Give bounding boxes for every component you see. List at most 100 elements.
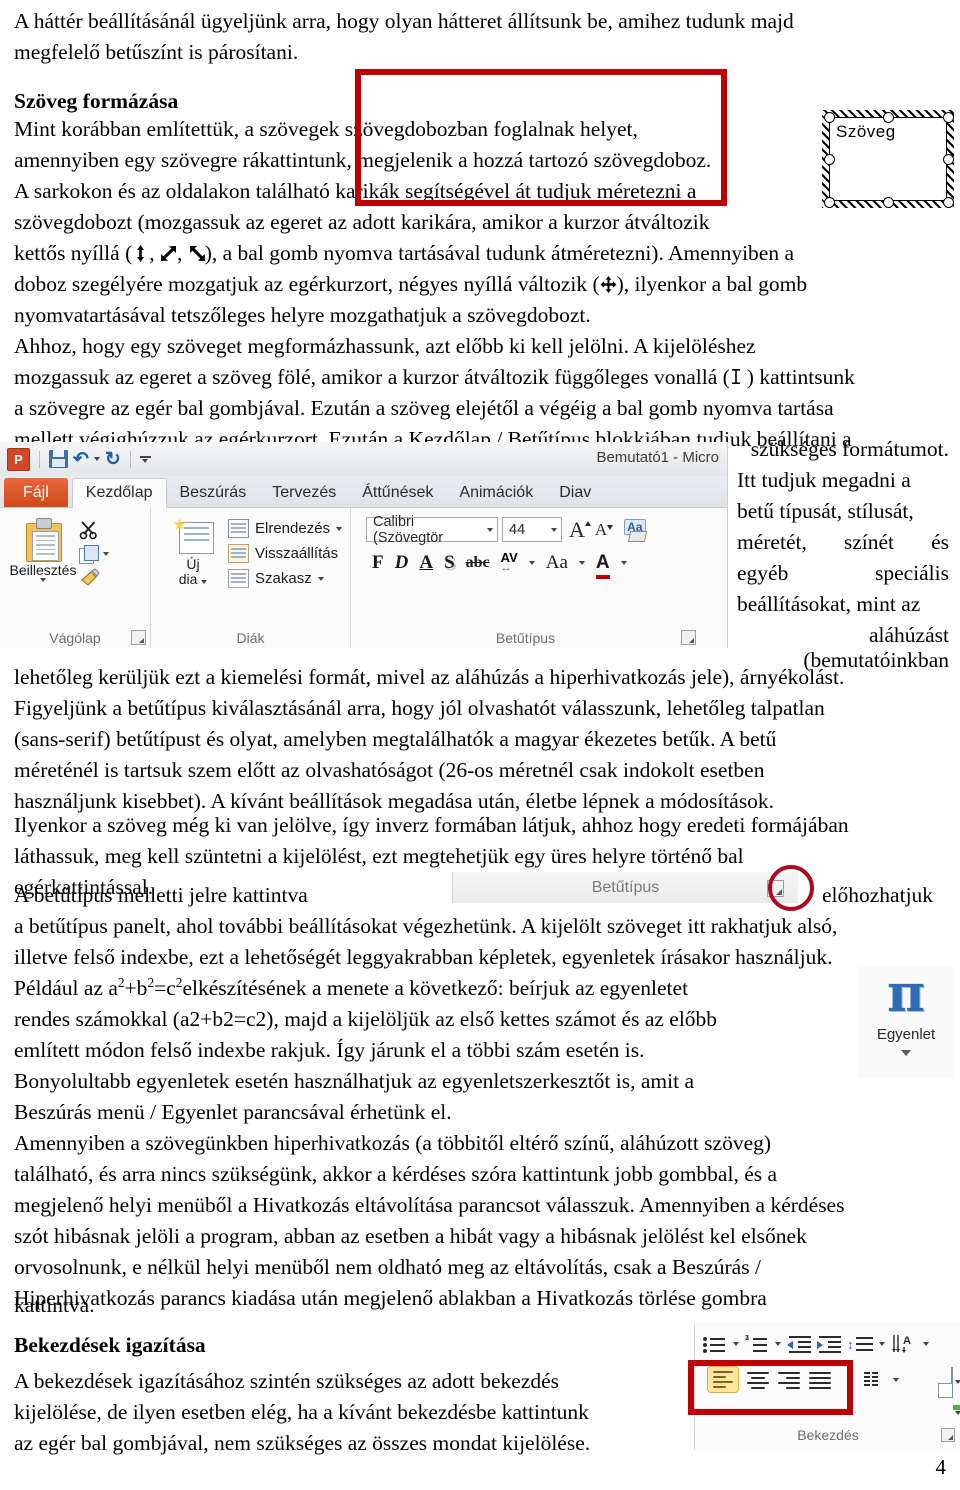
group-font: Calibri (Szövegtör 44 A A Aa F D A S abc… [350, 508, 700, 648]
text-shadow-button[interactable]: S [444, 553, 455, 572]
copy-button[interactable] [79, 545, 139, 564]
alignment-buttons-highlight-box [688, 1360, 853, 1415]
p1-line-4: szövegdobozt (mozgassuk az egeret az ado… [14, 210, 710, 234]
font-name-caret-icon[interactable] [487, 527, 493, 532]
tab-file[interactable]: Fájl [4, 477, 68, 507]
resize-handle-w[interactable] [824, 154, 835, 165]
decrease-font-size-button[interactable]: A [592, 521, 614, 538]
paragraph-line: A háttér beállításánál ügyeljünk arra, h… [14, 6, 946, 36]
p1-line-10: a szövegre az egér bal gombjával. Ezután… [14, 396, 834, 420]
p5-line-1: Amennyiben a szövegünkben hiperhivatkozá… [14, 1131, 772, 1155]
undo-icon[interactable]: ↶ [73, 450, 89, 469]
font-name-combobox[interactable]: Calibri (Szövegtör [366, 514, 498, 546]
superscript-2: 2 [147, 974, 155, 990]
quick-access-toolbar: P ↶ ↻ Bemutató1 - Micro [0, 442, 727, 476]
cut-button[interactable] [79, 520, 139, 540]
increase-indent-icon[interactable] [817, 1335, 841, 1354]
p1-line-6-text-a: doboz szegélyére mozgatjuk az egérkurzor… [14, 272, 600, 296]
reset-label: Visszaállítás [255, 545, 339, 562]
p1-line-7: nyomvatartásával tetszőleges helyre mozg… [14, 303, 591, 327]
change-case-button[interactable]: Aa [546, 553, 568, 572]
bullets-caret-icon[interactable] [733, 1342, 739, 1346]
paragraph-dialog-launcher[interactable] [941, 1428, 955, 1442]
character-spacing-button[interactable]: AV ↔ [501, 551, 518, 574]
smartart-caret-icon[interactable] [955, 1380, 960, 1384]
numbering-icon[interactable]: 123 [745, 1335, 769, 1354]
line-spacing-icon[interactable]: ↕ [847, 1335, 873, 1354]
clipboard-dialog-launcher[interactable] [131, 630, 146, 645]
equation-dropdown-caret-icon[interactable] [901, 1050, 911, 1056]
tab-beszuras[interactable]: Beszúrás [167, 479, 260, 507]
save-icon[interactable] [49, 450, 68, 468]
layout-button[interactable]: Elrendezés [228, 519, 343, 538]
format-painter-button[interactable] [79, 568, 139, 588]
resize-vertical-cursor-icon [132, 244, 149, 263]
p1-line-2: amennyiben egy szövegre rákattintunk, me… [14, 148, 712, 172]
paste-dropdown-caret-icon[interactable] [40, 578, 46, 583]
resize-handle-s[interactable] [883, 197, 894, 208]
clipboard-group-label: Vágólap [49, 630, 101, 646]
powerpoint-logo-icon: P [7, 447, 30, 471]
clipboard-icon [24, 518, 62, 562]
font-dialog-launcher[interactable] [681, 630, 696, 645]
p1-line-5-text-a: kettős nyíllá ( [14, 241, 133, 265]
layout-caret-icon[interactable] [336, 526, 343, 531]
resize-handle-nw[interactable] [824, 112, 835, 123]
font-group-label: Betűtípus [495, 630, 556, 646]
redo-icon[interactable]: ↻ [105, 450, 121, 469]
paste-button[interactable]: Beillesztés [7, 514, 79, 648]
strikethrough-button[interactable]: abc [466, 554, 490, 571]
font-color-caret-icon[interactable] [620, 560, 627, 565]
numbering-caret-icon[interactable] [775, 1342, 781, 1346]
p1-line-5-text-d: ), a bal gomb nyomva tartásával tudunk á… [204, 241, 795, 265]
change-case-caret-icon[interactable] [578, 560, 585, 565]
section-caret-icon[interactable] [317, 576, 324, 581]
font-color-button[interactable]: A [595, 552, 610, 579]
columns-icon[interactable] [864, 1371, 886, 1388]
p3-line-5: a betűtípus panelt, ahol további beállít… [14, 914, 838, 938]
clear-formatting-icon[interactable]: Aa [622, 518, 648, 542]
font-size-combobox[interactable]: 44 [502, 517, 562, 542]
text-to-shape-caret-icon[interactable] [955, 1411, 960, 1415]
p1-line-9-text-b: ) kattintsunk [746, 365, 855, 389]
window-title: Bemutató1 - Micro [596, 449, 719, 466]
decrease-indent-icon[interactable] [787, 1335, 811, 1354]
equation-button-screenshot[interactable]: π Egyenlet [858, 966, 954, 1078]
customize-qat-icon[interactable] [139, 455, 151, 463]
resize-handle-sw[interactable] [824, 197, 835, 208]
bold-button[interactable]: F [372, 553, 384, 572]
resize-handle-n[interactable] [883, 112, 894, 123]
move-four-arrow-cursor-icon [600, 275, 617, 294]
text-direction-icon[interactable]: A [891, 1333, 917, 1355]
copy-icon [79, 545, 99, 564]
increase-font-size-button[interactable]: A [566, 518, 591, 541]
font-size-caret-icon[interactable] [551, 527, 557, 532]
new-slide-dropdown-caret-icon[interactable] [201, 580, 208, 585]
undo-dropdown-caret-icon[interactable] [93, 457, 100, 461]
tab-attunesek[interactable]: Áttűnések [349, 479, 446, 507]
resize-handle-e[interactable] [943, 154, 954, 165]
resize-handle-ne[interactable] [943, 112, 954, 123]
p2-line-1: lehetőleg kerüljük ezt a kiemelési formá… [14, 665, 845, 689]
columns-caret-icon[interactable] [893, 1377, 899, 1382]
copy-dropdown-caret-icon[interactable] [103, 552, 109, 556]
text-direction-caret-icon[interactable] [923, 1342, 929, 1346]
tab-animaciok[interactable]: Animációk [446, 479, 546, 507]
p1-line-6: doboz szegélyére mozgatjuk az egérkurzor… [14, 269, 807, 299]
character-spacing-caret-icon[interactable] [528, 560, 535, 565]
line-spacing-caret-icon[interactable] [879, 1342, 885, 1346]
p2-line-2: Figyeljünk a betűtípus kiválasztásánál a… [14, 696, 825, 720]
p1-line-3: A sarkokon és az oldalakon található kar… [14, 179, 697, 203]
tab-diavetites[interactable]: Diav [546, 479, 604, 507]
new-slide-button[interactable]: Új dia [158, 514, 228, 648]
section-button[interactable]: Szakasz [228, 569, 343, 588]
underline-button[interactable]: A [419, 553, 433, 572]
bullets-icon[interactable] [703, 1335, 727, 1354]
italic-button[interactable]: D [395, 553, 409, 572]
resize-handle-se[interactable] [943, 197, 954, 208]
tab-tervezes[interactable]: Tervezés [259, 479, 349, 507]
powerpoint-ribbon-screenshot: P ↶ ↻ Bemutató1 - Micro Fájl Kezdőlap Be… [0, 442, 728, 648]
font-group-label-button[interactable]: Betűtípus [452, 872, 798, 903]
reset-button[interactable]: Visszaállítás [228, 544, 343, 563]
tab-kezdolap[interactable]: Kezdőlap [71, 477, 167, 508]
